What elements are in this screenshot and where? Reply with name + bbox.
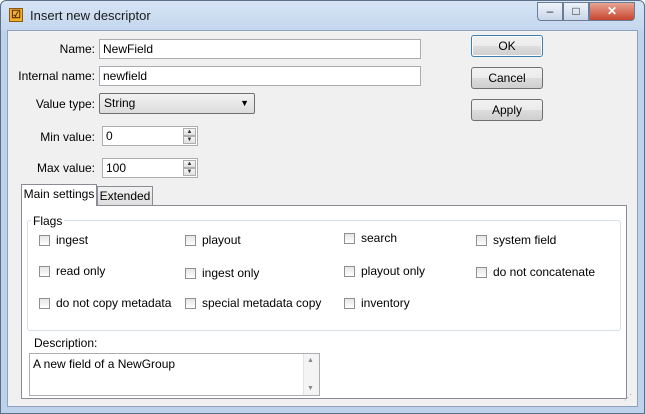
checkbox-box[interactable] <box>39 265 50 277</box>
title-bar[interactable]: ☑ Insert new descriptor – □ ✕ <box>1 1 644 31</box>
checkbox-box[interactable] <box>185 297 196 309</box>
max-value-label: Max value: <box>36 161 95 175</box>
description-label: Description: <box>34 336 98 350</box>
description-text: A new field of a NewGroup <box>33 357 176 371</box>
checkbox-do-not-copy-metadata[interactable]: do not copy metadata <box>39 296 171 310</box>
apply-button[interactable]: Apply <box>471 99 543 121</box>
resize-grip-icon[interactable]: ⋰ <box>624 393 634 403</box>
window-title: Insert new descriptor <box>30 8 151 23</box>
max-value-stepper[interactable]: 100 ▲ ▼ <box>102 158 198 178</box>
spin-down-icon[interactable]: ▼ <box>183 168 196 176</box>
min-value-spin-buttons: ▲ ▼ <box>183 128 196 144</box>
close-button[interactable]: ✕ <box>589 2 635 21</box>
tab-extended[interactable]: Extended <box>97 186 153 206</box>
spin-up-icon[interactable]: ▲ <box>183 160 196 168</box>
checkbox-label: special metadata copy <box>202 296 322 310</box>
scroll-down-icon[interactable]: ▼ <box>307 385 314 392</box>
min-value-stepper[interactable]: 0 ▲ ▼ <box>102 126 198 146</box>
checkbox-read-only[interactable]: read only <box>39 264 105 278</box>
spin-up-icon[interactable]: ▲ <box>183 128 196 136</box>
checkbox-label: ingest only <box>202 266 260 280</box>
internal-name-label: Internal name: <box>18 69 95 83</box>
description-textarea[interactable]: A new field of a NewGroup ▲ ▼ <box>29 353 320 396</box>
checkbox-special-metadata-copy[interactable]: special metadata copy <box>185 296 321 310</box>
checkbox-label: playout only <box>361 264 426 278</box>
checkbox-inventory[interactable]: inventory <box>344 296 410 310</box>
max-value-spin-buttons: ▲ ▼ <box>183 160 196 176</box>
checkbox-label: search <box>361 231 398 245</box>
checkbox-do-not-concatenate[interactable]: do not concatenate <box>476 265 595 279</box>
maximize-button[interactable]: □ <box>563 2 589 21</box>
checkbox-label: system field <box>493 233 557 247</box>
chevron-down-icon: ▼ <box>240 98 249 108</box>
checkbox-label: ingest <box>56 233 89 247</box>
main-settings-panel: Flags ingest playout search system field <box>21 205 627 399</box>
spin-down-icon[interactable]: ▼ <box>183 136 196 144</box>
checkbox-box[interactable] <box>476 266 487 278</box>
dialog-client-area: Name: NewField Internal name: newfield V… <box>7 30 638 407</box>
checkbox-label: do not copy metadata <box>56 296 172 310</box>
checkbox-box[interactable] <box>344 265 355 277</box>
min-value-label: Min value: <box>40 130 95 144</box>
checkbox-box[interactable] <box>476 234 487 246</box>
checkbox-label: do not concatenate <box>493 265 596 279</box>
checkbox-box[interactable] <box>344 232 355 244</box>
value-type-dropdown[interactable]: String ▼ <box>99 93 255 114</box>
min-value-input[interactable]: 0 <box>106 129 113 143</box>
dialog-window: ☑ Insert new descriptor – □ ✕ Name: NewF… <box>0 0 645 414</box>
tab-main-settings[interactable]: Main settings <box>21 184 97 206</box>
checkbox-box[interactable] <box>344 297 355 309</box>
scroll-up-icon[interactable]: ▲ <box>307 357 314 364</box>
checkbox-label: playout <box>202 233 241 247</box>
description-scrollbar[interactable]: ▲ ▼ <box>303 354 319 395</box>
checkbox-box[interactable] <box>185 267 196 279</box>
internal-name-input[interactable]: newfield <box>99 66 421 86</box>
checkbox-playout[interactable]: playout <box>185 233 241 247</box>
checkbox-ingest-only[interactable]: ingest only <box>185 266 259 280</box>
flags-group-title: Flags <box>31 214 65 228</box>
checkbox-label: inventory <box>361 296 410 310</box>
checkbox-search[interactable]: search <box>344 231 397 245</box>
descriptor-app-icon: ☑ <box>9 8 23 22</box>
checkbox-box[interactable] <box>39 234 50 246</box>
checkbox-label: read only <box>56 264 106 278</box>
value-type-label: Value type: <box>35 97 95 111</box>
checkbox-ingest[interactable]: ingest <box>39 233 88 247</box>
cancel-button[interactable]: Cancel <box>471 67 543 89</box>
checkbox-system-field[interactable]: system field <box>476 233 556 247</box>
max-value-input[interactable]: 100 <box>106 161 126 175</box>
checkbox-box[interactable] <box>39 297 50 309</box>
name-label: Name: <box>59 42 95 56</box>
name-input[interactable]: NewField <box>99 39 421 59</box>
ok-button[interactable]: OK <box>471 35 543 57</box>
minimize-button[interactable]: – <box>537 2 563 21</box>
checkbox-box[interactable] <box>185 234 196 246</box>
checkbox-playout-only[interactable]: playout only <box>344 264 425 278</box>
value-type-selected: String <box>104 96 136 110</box>
